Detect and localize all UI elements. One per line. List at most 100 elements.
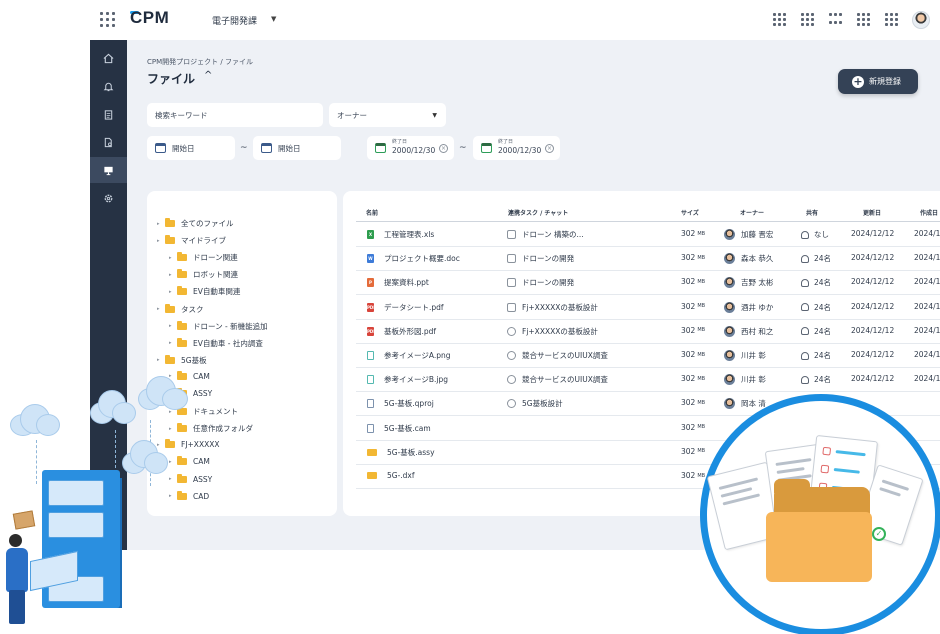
linked-task-cell[interactable]: 競合サービスのUIUX調査 [507, 350, 608, 361]
home-icon[interactable] [90, 45, 127, 71]
owner-cell[interactable]: 吉野 太彬 [724, 277, 773, 289]
owner-cell[interactable]: 西村 和之 [724, 325, 773, 337]
linked-task-cell[interactable]: ドローン 構築の... [507, 229, 584, 240]
expand-arrow-icon[interactable]: ▸ [157, 306, 165, 312]
grid-menu-icon[interactable] [885, 13, 899, 27]
share-cell[interactable]: なし [801, 229, 829, 240]
file-name-cell[interactable]: P 提案資料.ppt [367, 277, 429, 288]
owner-cell[interactable]: 森本 恭久 [724, 253, 773, 265]
tree-item[interactable]: ▸ ドローン - 新機能追加 [169, 320, 268, 332]
column-header-name[interactable]: 名前 [366, 208, 378, 217]
tree-item[interactable]: ▸ FJ+XXXXX [157, 439, 220, 449]
share-cell[interactable]: 24名 [801, 253, 831, 264]
tree-item[interactable]: ▸ ASSY [169, 473, 212, 484]
column-header-created[interactable]: 作成日 [920, 208, 938, 217]
tree-item[interactable]: ▸ 全てのファイル [157, 218, 234, 229]
expand-arrow-icon[interactable]: ▸ [169, 272, 177, 278]
expand-arrow-icon[interactable]: ▸ [169, 323, 177, 329]
expand-arrow-icon[interactable]: ▸ [157, 221, 165, 227]
grid-menu-icon[interactable] [857, 13, 871, 27]
owner-cell[interactable]: 川井 彰 [724, 350, 766, 361]
tree-item[interactable]: ▸ マイドライブ [157, 235, 226, 246]
column-header-owner[interactable]: オーナー [740, 208, 764, 217]
linked-task-cell[interactable]: 5G基板設計 [507, 398, 563, 409]
end-date-to[interactable]: 終了日 2000/12/30 × [473, 136, 560, 160]
clear-icon[interactable]: × [439, 143, 448, 153]
file-name-cell[interactable]: W プロジェクト概要.doc [367, 253, 460, 264]
file-name-cell[interactable]: X 工程管理表.xls [367, 229, 434, 240]
linked-task-cell[interactable]: ドローンの開発 [507, 253, 574, 264]
file-search-icon[interactable] [90, 129, 127, 155]
grid-menu-icon[interactable] [801, 13, 815, 27]
tree-item[interactable]: ▸ ドローン関連 [169, 252, 238, 263]
owner-select[interactable]: オーナー ▼ [329, 103, 446, 127]
app-logo[interactable]: CPM [130, 8, 169, 28]
bell-icon[interactable] [90, 73, 127, 99]
plus-icon: + [852, 74, 864, 88]
app-launcher-icon[interactable] [100, 12, 116, 28]
project-select[interactable]: 電子開発課 [212, 14, 257, 27]
linked-task-cell[interactable]: ドローンの開発 [507, 277, 574, 288]
tree-item[interactable]: ▸ CAM [169, 370, 210, 381]
tree-item[interactable]: ▸ CAD [169, 490, 209, 501]
file-name-cell[interactable]: 5G-基板.qproj [367, 398, 434, 409]
user-avatar[interactable] [912, 11, 930, 29]
tree-item[interactable]: ▸ タスク [157, 303, 204, 315]
end-date-from[interactable]: 終了日 2000/12/30 × [367, 136, 454, 160]
tree-item[interactable]: ▸ EV自動車関連 [169, 286, 240, 297]
file-name-cell[interactable]: 5G-基板.assy [367, 447, 435, 458]
new-registration-button[interactable]: + 新規登録 [838, 69, 918, 94]
column-header-share[interactable]: 共有 [806, 208, 818, 217]
clipboard-icon[interactable] [90, 101, 127, 127]
file-name-cell[interactable]: PDF 基板外形図.pdf [367, 326, 436, 337]
share-cell[interactable]: 24名 [801, 326, 831, 337]
owner-cell[interactable]: 加藤 晋宏 [724, 229, 773, 240]
tree-item[interactable]: ▸ 任意作成フォルダ [169, 423, 253, 434]
clear-icon[interactable]: × [545, 143, 554, 153]
chat-icon [507, 399, 516, 409]
expand-arrow-icon[interactable]: ▸ [169, 459, 177, 465]
file-name-cell[interactable]: 参考イメージA.png [367, 350, 451, 361]
tree-item[interactable]: ▸ 5G基板 [157, 354, 207, 366]
column-header-size[interactable]: サイズ [681, 208, 699, 217]
share-cell[interactable]: 24名 [801, 350, 831, 361]
start-date-from[interactable]: 開始日 [147, 136, 235, 160]
chevron-down-icon[interactable]: ▼ [271, 15, 276, 23]
expand-arrow-icon[interactable]: ▸ [169, 493, 177, 499]
linked-task-cell[interactable]: Fj+XXXXXの基板設計 [507, 302, 598, 313]
keyword-search-input[interactable]: 検索キーワード [147, 103, 323, 127]
expand-arrow-icon[interactable]: ▸ [157, 357, 165, 363]
file-name-cell[interactable]: 参考イメージB.jpg [367, 374, 448, 385]
tree-item[interactable]: ▸ EV自動車 - 社内調査 [169, 337, 263, 349]
expand-arrow-icon[interactable]: ▸ [169, 476, 177, 482]
file-name-cell[interactable]: 5G-.dxf [367, 471, 415, 480]
start-date-to[interactable]: 開始日 [253, 136, 341, 160]
column-header-task[interactable]: 連携タスク / チャット [508, 208, 568, 217]
expand-arrow-icon[interactable]: ▸ [157, 238, 165, 244]
breadcrumb[interactable]: CPM開発プロジェクト / ファイル [147, 57, 253, 67]
share-cell[interactable]: 24名 [801, 302, 831, 313]
expand-arrow-icon[interactable]: ▸ [157, 442, 165, 448]
file-name-cell[interactable]: PDF データシート.pdf [367, 302, 444, 313]
task-icon [507, 254, 516, 264]
expand-arrow-icon[interactable]: ▸ [169, 340, 177, 346]
chevron-up-icon[interactable]: ^ [204, 70, 212, 81]
gear-icon[interactable] [90, 185, 127, 211]
expand-arrow-icon[interactable]: ▸ [169, 255, 177, 261]
share-cell[interactable]: 24名 [801, 374, 831, 385]
share-cell[interactable]: 24名 [801, 277, 831, 288]
linked-task-cell[interactable]: 競合サービスのUIUX調査 [507, 374, 608, 385]
tree-item[interactable]: ▸ ロボット関連 [169, 269, 238, 280]
grid-menu-icon[interactable] [829, 13, 843, 27]
expand-arrow-icon[interactable]: ▸ [169, 426, 177, 432]
owner-cell[interactable]: 酒井 ゆか [724, 301, 773, 313]
owner-cell[interactable]: 川井 彰 [724, 374, 766, 386]
monitor-icon[interactable] [90, 157, 127, 183]
linked-task-cell[interactable]: Fj+XXXXXの基板設計 [507, 326, 598, 337]
column-header-updated[interactable]: 更新日 [863, 208, 881, 217]
file-name-cell[interactable]: 5G-基板.cam [367, 423, 431, 434]
expand-arrow-icon[interactable]: ▸ [169, 289, 177, 295]
tree-item[interactable]: ▸ CAM [169, 456, 210, 466]
grid-menu-icon[interactable] [773, 13, 787, 27]
owner-cell[interactable]: 岡本 清 [724, 398, 766, 410]
